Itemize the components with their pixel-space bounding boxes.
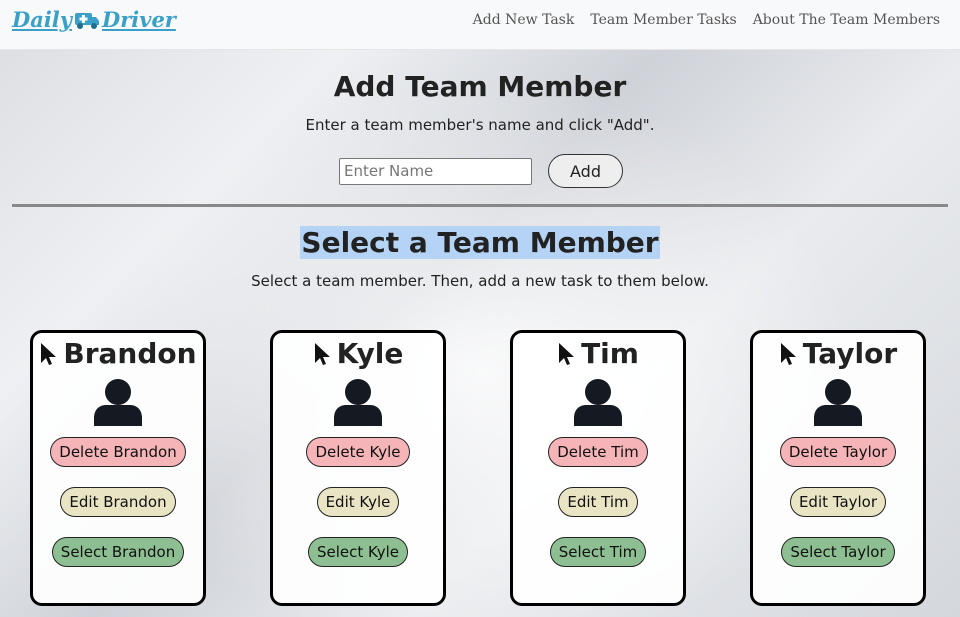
member-card-kyle: Kyle Delete Kyle Edit Kyle Select Kyle — [270, 330, 446, 606]
edit-member-button[interactable]: Edit Taylor — [789, 487, 887, 517]
edit-member-button[interactable]: Edit Kyle — [316, 487, 400, 517]
member-card-header[interactable]: Kyle — [273, 337, 443, 370]
nav-link-add-new-task[interactable]: Add New Task — [473, 12, 575, 28]
pointer-cursor-icon — [780, 342, 796, 365]
member-name: Kyle — [336, 337, 404, 370]
select-team-member-title: Select a Team Member — [300, 226, 660, 259]
add-team-member-instructions: Enter a team member's name and click "Ad… — [305, 116, 655, 134]
member-card-brandon: Brandon Delete Brandon Edit Brandon Sele… — [30, 330, 206, 606]
delete-member-button[interactable]: Delete Taylor — [779, 437, 897, 467]
edit-member-button[interactable]: Edit Tim — [558, 487, 638, 517]
brand-text-left: Daily — [12, 7, 72, 32]
ambulance-icon — [74, 10, 100, 30]
member-card-header[interactable]: Tim — [513, 337, 683, 370]
delete-member-button[interactable]: Delete Tim — [548, 437, 648, 467]
navbar: Daily Driver Add New Task Team Member Ta… — [0, 0, 960, 50]
add-member-form: Add — [339, 154, 623, 188]
edit-member-button[interactable]: Edit Brandon — [60, 487, 176, 517]
nav-link-team-member-tasks[interactable]: Team Member Tasks — [590, 12, 736, 28]
brand-text-right: Driver — [101, 7, 176, 32]
member-card-tim: Tim Delete Tim Edit Tim Select Tim — [510, 330, 686, 606]
select-team-member-title-wrap: Select a Team Member — [0, 226, 960, 259]
add-team-member-title: Add Team Member — [333, 70, 627, 103]
member-card-header[interactable]: Taylor — [753, 337, 923, 370]
user-silhouette-icon — [334, 379, 382, 426]
member-card-taylor: Taylor Delete Taylor Edit Taylor Select … — [750, 330, 926, 606]
section-divider — [12, 204, 948, 207]
pointer-cursor-icon — [559, 342, 575, 365]
user-silhouette-icon — [814, 379, 862, 426]
delete-member-button[interactable]: Delete Brandon — [50, 437, 186, 467]
add-button[interactable]: Add — [548, 154, 623, 188]
select-member-button[interactable]: Select Tim — [549, 537, 647, 567]
nav-link-about-team-members[interactable]: About The Team Members — [753, 12, 940, 28]
user-silhouette-icon — [574, 379, 622, 426]
member-name: Tim — [581, 337, 639, 370]
member-card-header[interactable]: Brandon — [33, 337, 203, 370]
user-silhouette-icon — [94, 379, 142, 426]
pointer-cursor-icon — [41, 342, 57, 365]
delete-member-button[interactable]: Delete Kyle — [306, 437, 410, 467]
nav-links: Add New Task Team Member Tasks About The… — [473, 12, 940, 28]
select-member-button[interactable]: Select Brandon — [51, 537, 185, 567]
name-input[interactable] — [339, 157, 532, 185]
member-name: Brandon — [63, 337, 197, 370]
select-team-member-instructions: Select a team member. Then, add a new ta… — [251, 272, 709, 290]
select-member-button[interactable]: Select Kyle — [307, 537, 409, 567]
member-name: Taylor — [802, 337, 898, 370]
pointer-cursor-icon — [314, 342, 330, 365]
select-member-button[interactable]: Select Taylor — [781, 537, 895, 567]
brand-logo[interactable]: Daily Driver — [12, 7, 176, 32]
